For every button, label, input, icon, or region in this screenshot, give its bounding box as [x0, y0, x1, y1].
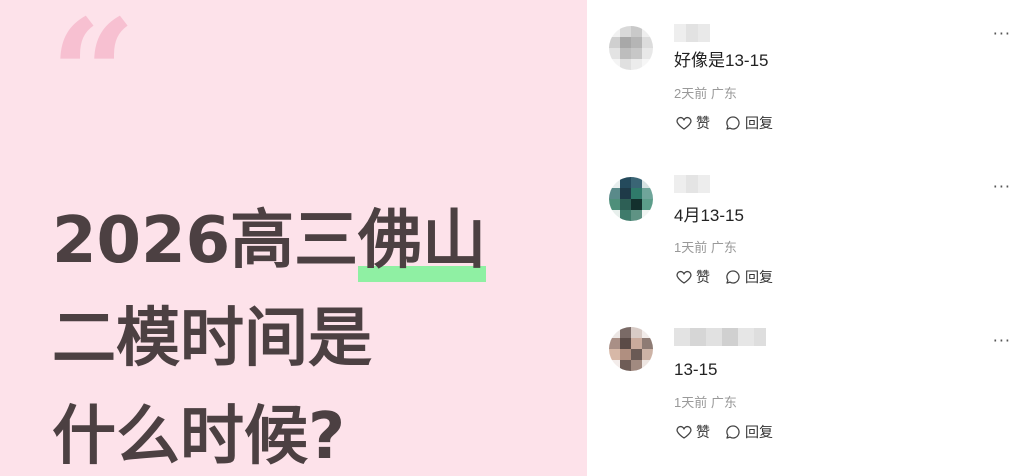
- comment-text: 4月13-15: [674, 206, 744, 225]
- comment-item: ··· 13-15 1天前 广东 赞 回复: [587, 309, 1021, 459]
- reply-button[interactable]: 回复: [724, 114, 773, 132]
- reply-label: 回复: [745, 424, 773, 440]
- like-button[interactable]: 赞: [675, 268, 710, 286]
- promo-headline: 2026高三佛山 二模时间是 什么时候?: [52, 192, 487, 476]
- headline-line-2: 二模时间是: [52, 302, 372, 376]
- heart-outline-icon: [676, 425, 692, 439]
- comment-meta: 2天前 广东: [674, 86, 737, 101]
- more-options-button[interactable]: ···: [993, 179, 1011, 195]
- comment-item: ··· 4月13-15 1天前 广东 赞 回复: [587, 155, 1021, 305]
- more-options-button[interactable]: ···: [993, 333, 1011, 349]
- avatar[interactable]: [609, 327, 653, 371]
- avatar[interactable]: [609, 177, 653, 221]
- username-blurred[interactable]: [674, 24, 710, 42]
- headline-line-3: 什么时候?: [52, 400, 346, 474]
- comment-item: ··· 好像是13-15 2天前 广东 赞 回复: [587, 0, 1021, 150]
- like-button[interactable]: 赞: [675, 114, 710, 132]
- more-options-button[interactable]: ···: [993, 26, 1011, 42]
- reply-label: 回复: [745, 269, 773, 285]
- comment-meta: 1天前 广东: [674, 395, 737, 410]
- username-blurred[interactable]: [674, 328, 766, 346]
- quote-mark-icon: “: [50, 0, 136, 163]
- speech-bubble-icon: [726, 270, 740, 284]
- comment-list: ··· 好像是13-15 2天前 广东 赞 回复 ··· 4月13-15 1天前…: [587, 0, 1021, 476]
- like-button[interactable]: 赞: [675, 423, 710, 441]
- speech-bubble-icon: [726, 116, 740, 130]
- like-label: 赞: [696, 115, 710, 131]
- heart-outline-icon: [676, 270, 692, 284]
- comment-text: 好像是13-15: [674, 51, 769, 70]
- comment-actions: 赞 回复: [675, 114, 773, 132]
- comment-meta: 1天前 广东: [674, 240, 737, 255]
- promo-card: “ 2026高三佛山 二模时间是 什么时候?: [0, 0, 587, 476]
- reply-label: 回复: [745, 115, 773, 131]
- reply-button[interactable]: 回复: [724, 268, 773, 286]
- comment-actions: 赞 回复: [675, 268, 773, 286]
- comment-actions: 赞 回复: [675, 423, 773, 441]
- headline-text-a: 2026高三: [52, 204, 359, 278]
- heart-outline-icon: [676, 116, 692, 130]
- like-label: 赞: [696, 424, 710, 440]
- like-label: 赞: [696, 269, 710, 285]
- headline-highlight: 佛山: [358, 192, 487, 290]
- reply-button[interactable]: 回复: [724, 423, 773, 441]
- headline-line-1: 2026高三佛山: [52, 192, 487, 290]
- speech-bubble-icon: [726, 425, 740, 439]
- username-blurred[interactable]: [674, 175, 710, 193]
- comment-text: 13-15: [674, 360, 718, 379]
- avatar[interactable]: [609, 26, 653, 70]
